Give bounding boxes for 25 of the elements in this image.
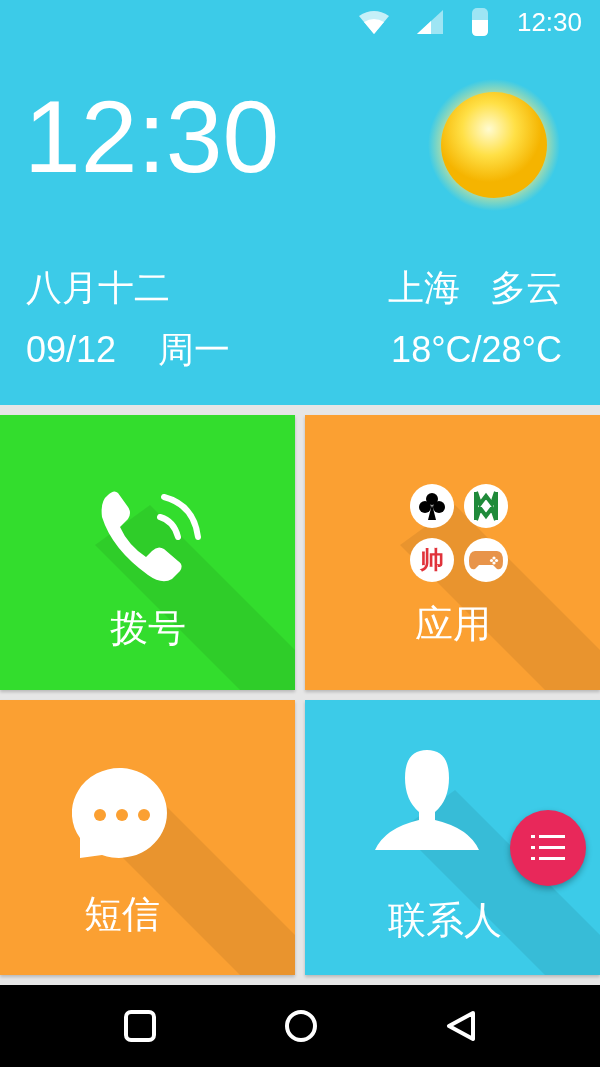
status-time: 12:30 [516, 9, 582, 35]
menu-icon [531, 835, 565, 861]
date-text: 09/12 周一 [26, 332, 231, 368]
battery-icon [470, 8, 489, 36]
tile-label: 联系人 [387, 901, 502, 939]
weather-location: 上海 多云 [388, 270, 562, 306]
tile[interactable]: 联系人 [305, 700, 600, 975]
signal-icon [416, 10, 443, 34]
tile-label: 短信 [83, 895, 160, 933]
tile-label: 拨号 [109, 609, 186, 647]
wifi-icon [358, 10, 389, 34]
back-button[interactable] [446, 1010, 476, 1042]
cards-app-icon[interactable] [409, 484, 454, 528]
temperature-range: 18°C/28°C [391, 332, 562, 368]
person-icon [374, 750, 479, 852]
tile[interactable]: 短信 [0, 700, 295, 975]
tile[interactable]: 帅 应用 [305, 415, 600, 690]
app-icon[interactable]: 帅 [409, 538, 454, 582]
lunar-date: 八月十二 [26, 270, 170, 306]
home-button[interactable] [284, 1009, 318, 1043]
tile[interactable]: 拨号 [0, 415, 295, 690]
recents-button[interactable] [124, 1010, 156, 1042]
tile-label: 应用 [414, 605, 491, 643]
clock-time: 12:30 [24, 86, 280, 188]
zigzag-app-icon[interactable] [463, 484, 508, 528]
